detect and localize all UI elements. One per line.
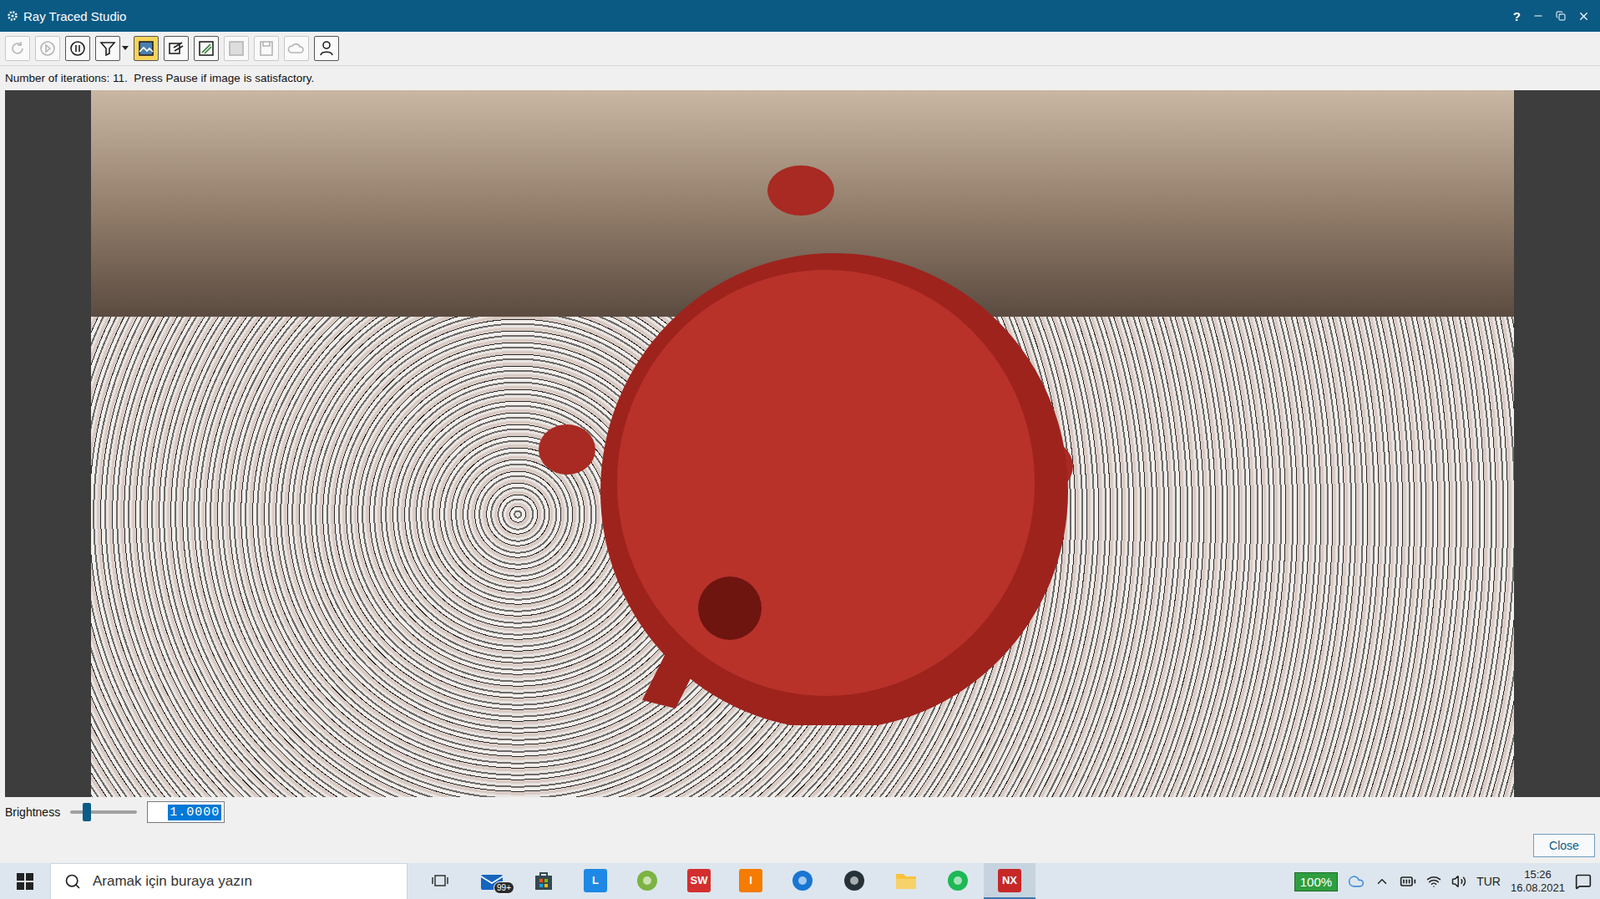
taskbar-app[interactable]: L (569, 862, 622, 899)
folder-icon (894, 870, 918, 891)
toolbar-button[interactable] (253, 35, 279, 61)
speaker-icon[interactable] (1451, 873, 1467, 889)
sheet-icon (227, 39, 246, 58)
material-icon (167, 39, 186, 58)
chevron-icon[interactable] (1374, 873, 1390, 889)
brightness-label: Brightness (5, 805, 61, 819)
app-tile-icon: L (583, 868, 608, 892)
toolbar-group (163, 35, 189, 61)
toolbar-button[interactable] (163, 35, 189, 61)
filter-icon (98, 39, 117, 58)
taskbar-app[interactable] (776, 862, 829, 899)
toolbar-group (35, 35, 61, 61)
taskbar: Aramak için buraya yazın 99+ L SW I NX 100% TUR… (0, 862, 1600, 899)
search-placeholder: Aramak için buraya yazın (92, 872, 253, 890)
taskbar-app[interactable]: I (724, 862, 777, 899)
window-controls: ? (1513, 9, 1594, 24)
taskbar-app[interactable] (931, 862, 984, 899)
status-message: Number of iterations: 11. Press Pause if… (0, 65, 1600, 91)
search-box[interactable]: Aramak için buraya yazın (50, 862, 408, 899)
toolbar-button[interactable] (133, 35, 159, 61)
brightness-row: Brightness 1.0000 (0, 796, 1600, 827)
clock[interactable]: 15:2616.08.2021 (1510, 867, 1565, 896)
rendered-part-icon (525, 123, 1110, 725)
app-icon (946, 868, 970, 892)
title-bar: Ray Traced Studio? (0, 0, 1600, 32)
notification-badge: 99+ (493, 881, 515, 894)
taskbar-app[interactable] (517, 862, 570, 899)
toolbar-group (223, 35, 249, 61)
background-icon (136, 39, 156, 58)
close-icon[interactable] (1577, 10, 1590, 23)
start-button[interactable] (0, 862, 51, 899)
toolbar-button[interactable] (95, 35, 121, 61)
notifications-icon[interactable] (1574, 872, 1592, 890)
toolbar-button[interactable] (283, 35, 309, 61)
toolbar-button[interactable] (223, 35, 249, 61)
toolbar-group (193, 35, 219, 61)
toolbar-button[interactable] (65, 35, 91, 61)
taskbar-app[interactable]: 99+ (465, 862, 518, 899)
brightness-value: 1.0000 (167, 804, 222, 821)
app-tile-icon: NX (997, 868, 1022, 892)
help-button[interactable]: ? (1513, 9, 1521, 24)
app-icon (842, 868, 866, 892)
save-icon (257, 39, 276, 58)
taskbar-app[interactable] (828, 862, 881, 899)
taskbar-app[interactable] (880, 862, 932, 899)
system-tray: 100% TUR 15:2616.08.2021 (1294, 867, 1600, 896)
toolbar-group (313, 35, 340, 61)
minimize-icon[interactable] (1532, 10, 1545, 22)
toolbar-group (133, 35, 159, 61)
wifi-icon[interactable] (1426, 873, 1442, 889)
close-button[interactable]: Close (1533, 833, 1595, 857)
toolbar-button[interactable] (35, 35, 61, 61)
toolbar-group (65, 35, 91, 61)
windows-logo-icon (16, 872, 34, 890)
rendered-image (91, 90, 1514, 797)
search-icon (64, 872, 82, 890)
brightness-field[interactable]: 1.0000 (146, 800, 225, 823)
app-icon (635, 868, 659, 892)
slider-thumb[interactable] (82, 802, 92, 821)
toolbar-group (283, 35, 309, 61)
app-icon (790, 868, 815, 892)
taskbar-apps: 99+ L SW I NX (414, 862, 1295, 899)
window-title: Ray Traced Studio (23, 9, 1509, 24)
store-icon (532, 869, 555, 892)
taskbar-app[interactable] (621, 862, 674, 899)
toolbar-group (95, 35, 129, 61)
pause-icon (68, 39, 87, 58)
edit-icon (197, 39, 216, 58)
app-tile-icon: SW (687, 868, 711, 892)
app-tile-icon: I (739, 868, 763, 892)
brightness-slider[interactable] (70, 810, 137, 814)
person-icon (317, 39, 336, 58)
toolbar-button[interactable] (313, 35, 340, 61)
render-viewport (5, 90, 1600, 797)
cloud-icon[interactable] (1347, 872, 1365, 890)
battery-icon[interactable] (1399, 872, 1417, 890)
toolbar-button[interactable] (5, 35, 31, 61)
toolbar-group (5, 35, 31, 61)
taskbar-app[interactable]: NX (983, 862, 1036, 899)
button-row: Close (0, 826, 1600, 863)
play-icon (38, 39, 57, 58)
toolbar-group (253, 35, 279, 61)
language-indicator[interactable]: TUR (1476, 874, 1501, 888)
toolbar (0, 31, 1600, 66)
ray-traced-studio-window: Ray Traced Studio? Number of iterations: … (0, 0, 1600, 899)
toolbar-button[interactable] (193, 35, 219, 61)
task-view-icon (430, 870, 450, 890)
gear-icon (6, 10, 19, 22)
dropdown-arrow-icon[interactable] (121, 45, 129, 51)
refresh-icon (8, 39, 27, 58)
cloud-icon (287, 39, 306, 58)
taskbar-app[interactable]: SW (673, 862, 725, 899)
battery-percent: 100% (1294, 871, 1338, 892)
restore-icon[interactable] (1555, 10, 1566, 21)
taskbar-app[interactable] (414, 862, 466, 899)
